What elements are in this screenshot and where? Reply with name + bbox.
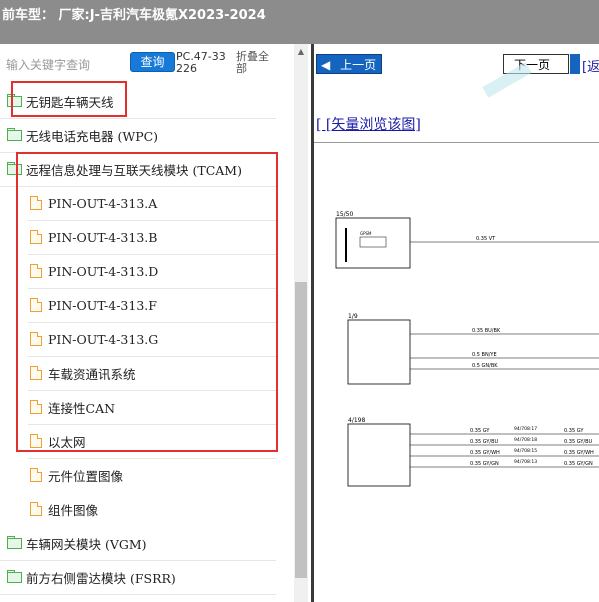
tree-item-label: 组件图像	[48, 502, 99, 518]
vehicle-title: 前车型： 厂家:J-吉利汽车极氪X2023-2024	[2, 8, 266, 23]
wire-label: 0.35 GY/GN	[470, 461, 499, 467]
scroll-up-icon[interactable]: ▲	[294, 46, 308, 58]
wiring-diagram: 15/50 GPSM 0.35 VT 1/9 0.35 BU/BK 0.5 BN…	[335, 211, 599, 487]
inner-label: GPSM	[360, 231, 372, 236]
tree-folder-item[interactable]: 前方右侧雷达模块 (FSRR)	[0, 560, 276, 595]
app-header: 前车型： 厂家:J-吉利汽车极氪X2023-2024	[0, 0, 599, 44]
folder-icon	[7, 535, 22, 549]
search-input[interactable]	[4, 54, 132, 76]
search-button[interactable]: 查询	[130, 52, 175, 72]
block-label: 15/50	[336, 211, 353, 218]
viewer-panel: ◀ 上一页 下一页 [返 [ [矢量浏览该图] 15/50 GPSM 0.35 …	[314, 44, 599, 602]
wire-label: 0.35 GY/WH	[564, 450, 594, 456]
wire-label: 0.35 VT	[476, 236, 496, 242]
vector-view-link[interactable]: [ [矢量浏览该图]	[316, 114, 421, 134]
wire-label: 0.5 GN/BK	[472, 363, 498, 369]
document-icon	[30, 468, 42, 482]
document-icon	[30, 502, 42, 516]
scrollbar-thumb[interactable]	[295, 282, 307, 578]
tree-panel: 查询 PC.47-33226 折叠全部 ▲ 无钥匙车辆天线无线电话充电器 (WP…	[0, 44, 311, 602]
component-block	[347, 319, 411, 385]
wire-label: 0.35 BU/BK	[472, 328, 501, 334]
splice-label: 94/708:17	[514, 426, 537, 432]
tree-folder-item[interactable]: 车辆网关模块 (VGM)	[0, 526, 276, 561]
tree-leaf-item[interactable]: 组件图像	[28, 492, 276, 526]
tree-item-label: 车辆网关模块 (VGM)	[26, 536, 147, 552]
arrow-right-icon[interactable]	[570, 54, 580, 74]
folder-icon	[7, 569, 22, 583]
tree-item-label: 前方右侧雷达模块 (FSRR)	[26, 570, 176, 586]
wire-label: 0.35 GY/WH	[470, 450, 500, 456]
tree-item-label: 元件位置图像	[48, 468, 124, 484]
wire-label: 0.35 GY	[564, 428, 584, 434]
component-block	[347, 423, 411, 487]
component-block	[335, 217, 411, 269]
wire-label: 0.5 BN/YE	[472, 352, 497, 358]
separator	[314, 142, 599, 143]
tree-leaf-item[interactable]: 元件位置图像	[28, 458, 276, 492]
block-label: 4/198	[348, 417, 365, 424]
tree-folder-item[interactable]: 无线电话充电器 (WPC)	[0, 118, 276, 153]
component-bar	[345, 228, 347, 262]
wire-label: 0.35 GY/BU	[564, 439, 593, 445]
folder-icon	[7, 127, 22, 141]
highlight-box-tcam	[16, 152, 278, 452]
wire-label: 0.35 GY/GN	[564, 461, 593, 467]
splice-label: 94/708:18	[514, 437, 537, 443]
viewer-nav: ◀ 上一页 下一页 [返	[314, 44, 599, 82]
return-link[interactable]: [返	[582, 56, 599, 75]
splice-label: 94/708:13	[514, 459, 537, 465]
document-code: PC.47-33226	[176, 50, 226, 75]
prev-page-button[interactable]: ◀ 上一页	[316, 54, 382, 74]
splice-label: 94/708:15	[514, 448, 537, 454]
wire-label: 0.35 GY	[470, 428, 490, 434]
highlight-box-keyless	[11, 81, 127, 117]
collapse-all-button[interactable]: 折叠全部	[236, 51, 276, 75]
block-label: 1/9	[348, 313, 358, 320]
tree-item-label: 无线电话充电器 (WPC)	[26, 128, 159, 144]
wire-label: 0.35 GY/BU	[470, 439, 499, 445]
arrow-left-icon: ◀	[321, 58, 331, 72]
gps-module	[359, 236, 387, 248]
